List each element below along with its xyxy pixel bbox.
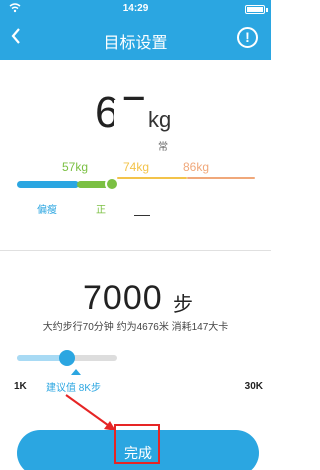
steps-max-label: 30K <box>244 381 263 392</box>
steps-min-label: 1K <box>14 381 27 392</box>
weight-unit: kg <box>148 107 172 132</box>
dash-divider <box>134 215 150 216</box>
range-label-underweight: 偏瘦 <box>37 205 57 216</box>
info-icon[interactable]: ! <box>237 27 258 48</box>
weight-status: 常 <box>158 142 168 153</box>
weight-bar-obese <box>187 177 255 179</box>
steps-slider-handle[interactable] <box>59 350 75 366</box>
battery-tip <box>266 8 268 12</box>
steps-description: 大约步行70分钟 约为4676米 消耗147大卡 <box>42 322 229 333</box>
battery-icon <box>245 5 265 14</box>
suggested-value-label: 建议值 8K步 <box>46 383 102 394</box>
weight-section: 67 kg 常 57kg 74kg 86kg 偏瘦 正 <box>0 60 271 250</box>
steps-section: 7000 步 大约步行70分钟 约为4676米 消耗147大卡 1K 建议值 8… <box>0 251 271 470</box>
scale-label-low: 57kg <box>62 160 89 174</box>
scale-label-mid: 74kg <box>123 160 150 174</box>
arrow-annotation-icon <box>65 394 116 431</box>
weight-bar-underweight <box>17 181 79 188</box>
scale-label-high: 86kg <box>183 160 210 174</box>
range-label-normal: 正 <box>96 205 106 216</box>
steps-unit: 步 <box>173 294 193 316</box>
nav-bar: 目标设置 ! <box>0 18 271 60</box>
steps-value: 7000 <box>83 279 163 317</box>
steps-slider-fill <box>17 355 65 361</box>
page-title: 目标设置 <box>103 35 168 52</box>
weight-slider-handle[interactable] <box>105 177 119 191</box>
status-time: 14:29 <box>122 3 149 14</box>
status-bar: 14:29 <box>0 0 271 18</box>
weight-bar-overweight <box>117 177 187 179</box>
suggested-marker-icon <box>71 369 81 375</box>
done-highlight-box <box>114 424 160 464</box>
